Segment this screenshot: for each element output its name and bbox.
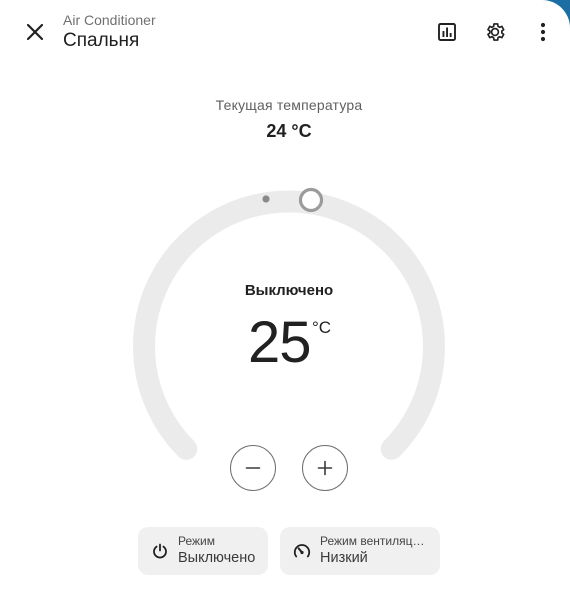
power-icon: [150, 541, 170, 561]
hvac-state-label: Выключено: [244, 282, 334, 299]
hvac-mode-label: Режим: [178, 534, 215, 548]
thermostat-dial[interactable]: [0, 0, 570, 598]
plus-icon: [317, 460, 333, 476]
fan-mode-chip[interactable]: Режим вентиляц… Низкий: [280, 527, 440, 575]
target-temperature-unit: °C: [312, 318, 332, 337]
increase-temperature-button[interactable]: [302, 445, 348, 491]
minus-icon: [245, 467, 261, 469]
target-handle[interactable]: [298, 187, 324, 213]
decrease-temperature-button[interactable]: [230, 445, 276, 491]
hvac-mode-value: Выключено: [178, 550, 256, 566]
target-temperature: 25: [248, 310, 312, 375]
more-info-dialog: Air Conditioner Спальня Текущая температ…: [0, 0, 570, 598]
fan-mode-value: Низкий: [320, 550, 368, 566]
current-temperature-marker: [262, 195, 270, 203]
fan-speed-icon: [292, 541, 312, 561]
hvac-mode-chip[interactable]: Режим Выключено: [138, 527, 268, 575]
fan-mode-label: Режим вентиляц…: [320, 534, 425, 548]
